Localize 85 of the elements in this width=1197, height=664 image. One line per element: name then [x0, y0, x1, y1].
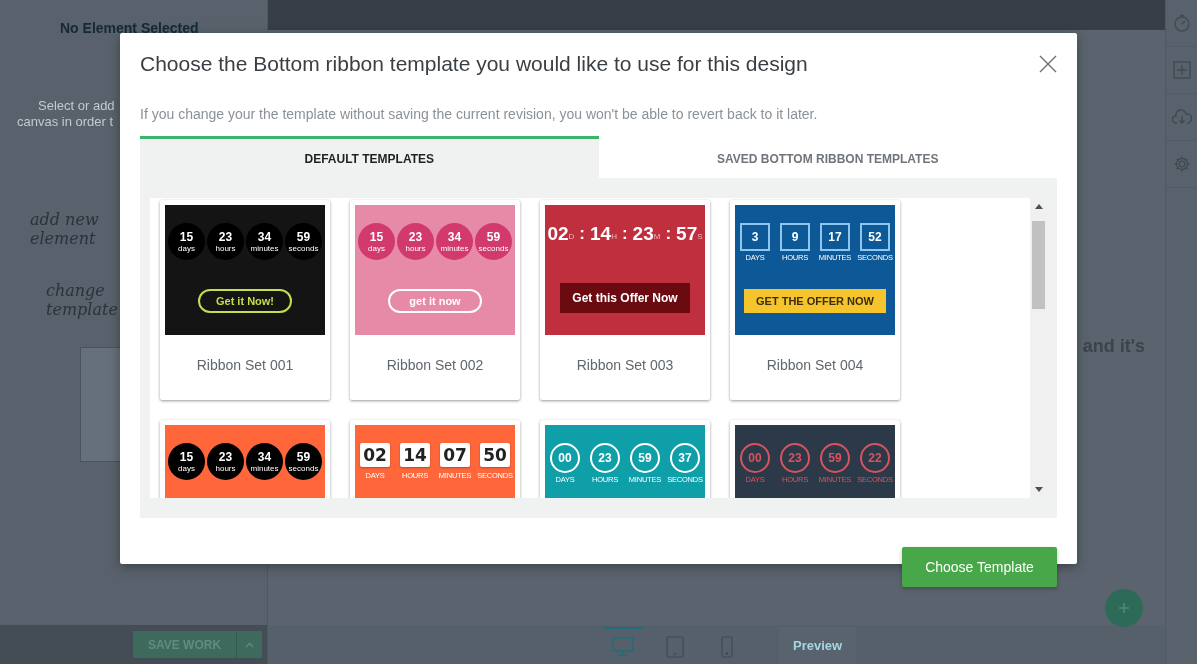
template-name: Ribbon Set 002 — [386, 357, 484, 373]
template-card[interactable]: 15 days 23 hours 34 minutes 59 seconds — [160, 420, 330, 498]
desktop-icon — [612, 636, 634, 657]
countdown-value: 23 — [788, 451, 802, 465]
tablet-icon — [666, 635, 684, 658]
countdown-value: 15 — [179, 450, 194, 464]
countdown-label: hours — [215, 463, 236, 473]
countdown-label: D — [568, 232, 575, 241]
panel-title: No Element Selected — [60, 20, 199, 36]
countdown-label: minutes — [440, 243, 469, 253]
countdown-value: 59 — [828, 451, 842, 465]
cta-button: GET THE OFFER NOW — [744, 289, 886, 313]
countdown-value: 59 — [486, 230, 501, 244]
countdown-value: 3 — [751, 230, 759, 244]
caret-icon — [245, 641, 254, 648]
countdown-value: 52 — [868, 230, 882, 244]
countdown-value: 00 — [748, 451, 762, 465]
separator: : — [579, 223, 585, 245]
countdown-value: 23 — [408, 230, 423, 244]
countdown-label: S — [697, 232, 703, 241]
cta-button: Get this Offer Now — [560, 283, 690, 313]
add-button[interactable] — [1105, 589, 1143, 627]
countdown-label: hours — [215, 243, 236, 253]
countdown-label: minutes — [250, 243, 279, 253]
cloud-download-icon[interactable] — [1171, 109, 1192, 125]
countdown-value: 17 — [828, 230, 842, 244]
countdown-value: 23 — [218, 450, 233, 464]
countdown-label: M — [653, 232, 661, 241]
scrollbar-thumb[interactable] — [1032, 221, 1045, 309]
countdown-value: 23 — [598, 451, 612, 465]
countdown-value: 14 — [403, 448, 427, 462]
close-button[interactable] — [1037, 53, 1059, 75]
up-arrow-icon[interactable] — [1034, 204, 1043, 209]
countdown-value: 07 — [443, 448, 467, 462]
template-card[interactable]: 15 days 23 hours 34 minutes 59 seconds Get it Now! Ribbon Set 001 — [160, 200, 330, 400]
countdown-value: 59 — [296, 230, 311, 244]
countdown-label: seconds — [288, 463, 319, 473]
add-box-icon[interactable] — [1172, 61, 1191, 79]
countdown-value: 9 — [791, 230, 799, 244]
countdown-value: 02 — [363, 448, 387, 462]
countdown-value: 14 — [590, 223, 612, 245]
countdown-label: days — [368, 243, 385, 253]
tab[interactable]: DEFAULT TEMPLATES — [140, 136, 599, 178]
countdown-value: 23 — [632, 223, 654, 245]
countdown-value: 02 — [547, 223, 569, 245]
countdown-label: minutes — [250, 463, 279, 473]
phone-icon — [721, 635, 733, 658]
countdown-label: hours — [405, 243, 426, 253]
template-name: Ribbon Set 004 — [766, 357, 864, 373]
countdown-value: 22 — [868, 451, 882, 465]
template-name: Ribbon Set 001 — [196, 357, 294, 373]
close-icon — [1039, 55, 1057, 73]
template-card[interactable]: 02D : 14H : 23M : 57S Get this Offer Now Ribbon Set 003 — [540, 200, 710, 400]
countdown-label: seconds — [478, 243, 509, 253]
hint-text: Select or add — [38, 98, 115, 114]
template-name: Ribbon Set 003 — [576, 357, 674, 373]
separator: : — [665, 223, 672, 245]
countdown-value: 00 — [558, 451, 572, 465]
countdown-value: 34 — [257, 230, 272, 244]
down-arrow-icon[interactable] — [1034, 487, 1043, 492]
countdown-value: 59 — [296, 450, 311, 464]
countdown-label: H — [611, 232, 617, 241]
countdown-label: days — [178, 243, 195, 253]
countdown-value: 59 — [638, 451, 652, 465]
countdown-label: seconds — [288, 243, 319, 253]
timer-icon[interactable] — [1172, 14, 1191, 32]
notice-text: If you change your the template without saving the current revision, you won't be able to revert back to it later. — [140, 106, 819, 124]
template-card[interactable]: 15 days 23 hours 34 minutes 59 seconds get it now Ribbon Set 002 — [350, 200, 520, 400]
countdown-value: 34 — [447, 230, 462, 244]
plus-icon — [1118, 602, 1130, 614]
countdown-value: 50 — [483, 448, 507, 462]
settings-icon[interactable] — [1172, 155, 1191, 173]
countdown-value: 34 — [257, 450, 272, 464]
hint-text: canvas in order t — [17, 114, 114, 130]
countdown-value: 15 — [369, 230, 384, 244]
cta-button: Get it Now! — [198, 289, 292, 313]
countdown-label: days — [178, 463, 195, 473]
cta-button: get it now — [388, 289, 482, 313]
separator: : — [621, 223, 628, 245]
dialog-title: Choose the Bottom ribbon template you would like to use for this design — [140, 52, 808, 76]
countdown-value: 57 — [676, 223, 698, 245]
countdown-value: 15 — [179, 230, 194, 244]
countdown-value: 23 — [218, 230, 233, 244]
countdown-value: 37 — [678, 451, 692, 465]
menu-button[interactable] — [236, 631, 262, 658]
